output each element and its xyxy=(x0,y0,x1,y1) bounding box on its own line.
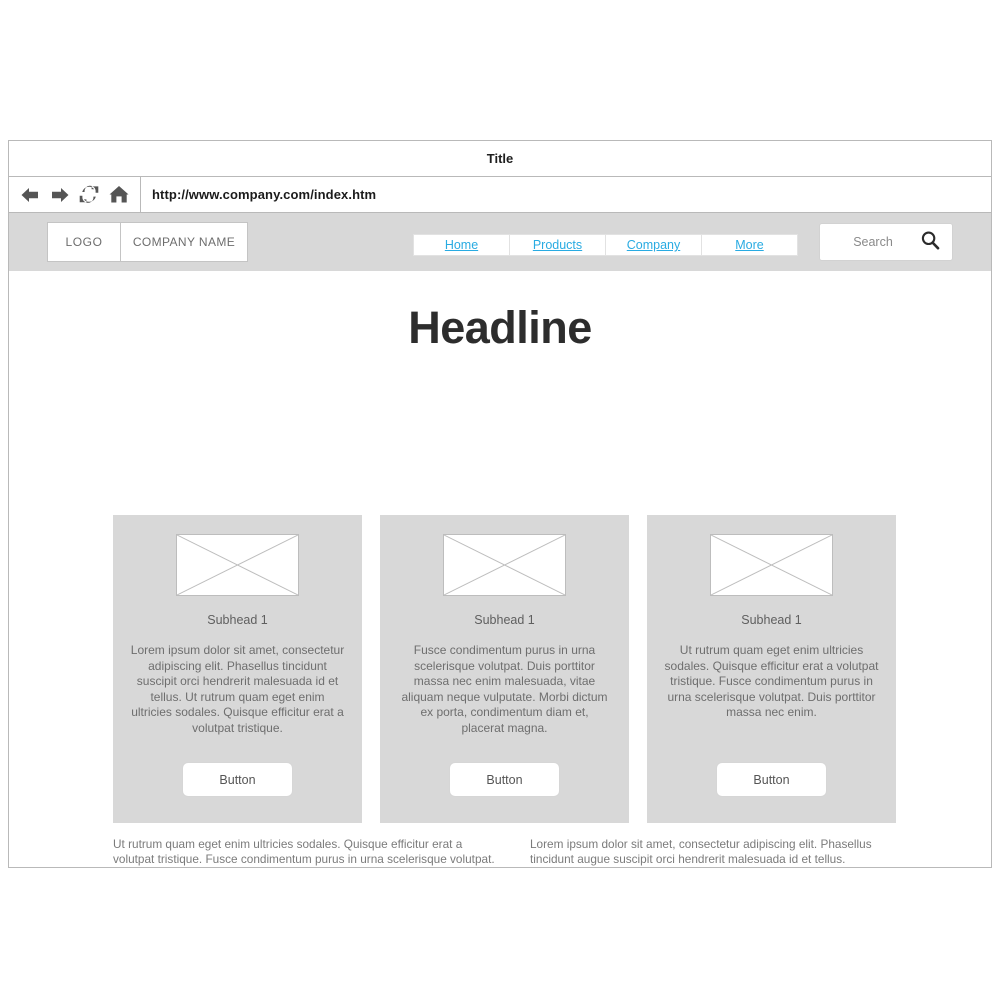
card-button[interactable]: Button xyxy=(182,762,293,797)
home-icon[interactable] xyxy=(108,184,130,205)
card-row: Subhead 1 Lorem ipsum dolor sit amet, co… xyxy=(113,515,897,823)
nav-item-company[interactable]: Company xyxy=(606,235,702,255)
browser-urlbar: http://www.company.com/index.htm xyxy=(9,177,991,213)
search-icon[interactable] xyxy=(920,230,940,255)
search-input[interactable]: Search xyxy=(830,235,920,249)
image-placeholder-icon xyxy=(176,534,299,596)
forward-icon[interactable] xyxy=(49,185,71,205)
card-2: Subhead 1 Fusce condimentum purus in urn… xyxy=(380,515,629,823)
card-3: Subhead 1 Ut rutrum quam eget enim ultri… xyxy=(647,515,896,823)
company-name-box[interactable]: COMPANY NAME xyxy=(120,223,247,261)
browser-titlebar: Title xyxy=(9,141,991,177)
page-headline: Headline xyxy=(408,302,592,353)
nav-item-more[interactable]: More xyxy=(702,235,797,255)
card-body-text: Ut rutrum quam eget enim ultricies sodal… xyxy=(664,643,879,719)
image-placeholder-icon xyxy=(443,534,566,596)
url-input[interactable]: http://www.company.com/index.htm xyxy=(141,177,991,212)
image-placeholder-icon xyxy=(710,534,833,596)
page-body: Headline Subhead 1 Lorem ipsum dolor sit… xyxy=(9,271,991,867)
search-box[interactable]: Search xyxy=(819,223,953,261)
card-body-text: Lorem ipsum dolor sit amet, consectetur … xyxy=(130,643,345,735)
wireframe-canvas: Title http://www.company.com/index.htm L… xyxy=(0,0,1000,1000)
card-1: Subhead 1 Lorem ipsum dolor sit amet, co… xyxy=(113,515,362,823)
url-text: http://www.company.com/index.htm xyxy=(152,187,377,202)
card-subhead: Subhead 1 xyxy=(474,613,535,627)
lower-paragraph-left: Ut rutrum quam eget enim ultricies sodal… xyxy=(113,837,495,867)
card-button[interactable]: Button xyxy=(449,762,560,797)
primary-nav: Home Products Company More xyxy=(413,234,798,256)
site-header: LOGO COMPANY NAME Home Products Company … xyxy=(9,213,991,271)
refresh-icon[interactable] xyxy=(78,184,100,205)
nav-item-products[interactable]: Products xyxy=(510,235,606,255)
logo-group: LOGO COMPANY NAME xyxy=(47,222,248,262)
nav-item-home[interactable]: Home xyxy=(414,235,510,255)
lower-paragraph-right: Lorem ipsum dolor sit amet, consectetur … xyxy=(530,837,872,867)
browser-nav-icons xyxy=(9,177,141,212)
back-icon[interactable] xyxy=(19,185,41,205)
card-subhead: Subhead 1 xyxy=(207,613,268,627)
browser-window: Title http://www.company.com/index.htm L… xyxy=(8,140,992,868)
card-body-text: Fusce condimentum purus in urna sceleris… xyxy=(401,643,608,735)
card-subhead: Subhead 1 xyxy=(741,613,802,627)
browser-title: Title xyxy=(486,151,514,166)
card-button[interactable]: Button xyxy=(716,762,827,797)
logo-box[interactable]: LOGO xyxy=(48,223,120,261)
